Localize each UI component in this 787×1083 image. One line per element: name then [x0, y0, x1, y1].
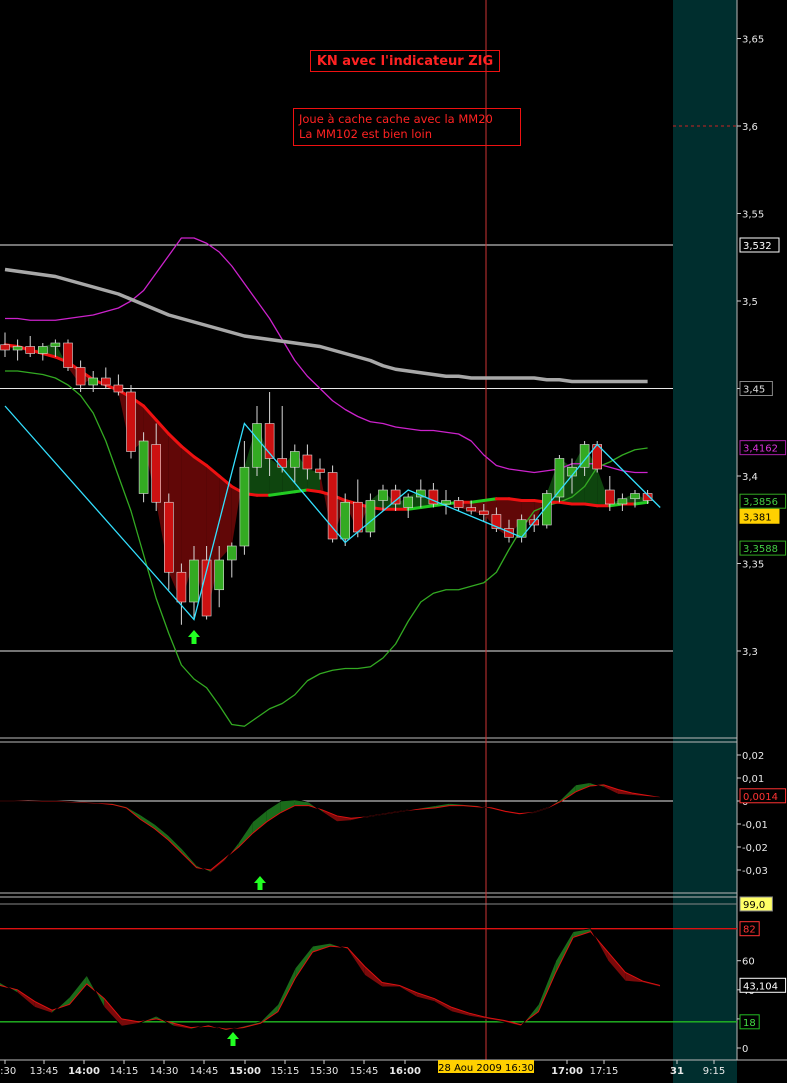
candle-body [478, 510, 489, 515]
price-tick-label: 3,55 [742, 210, 764, 221]
time-tick-label: 17:15 [590, 1066, 619, 1077]
candle-body [315, 468, 325, 473]
ma20-segment [482, 497, 498, 502]
stoch-tick-label: 60 [742, 957, 755, 968]
time-tick-label: 15:00 [229, 1066, 261, 1077]
candle-body [378, 489, 388, 501]
candle-body [327, 472, 338, 540]
candle-body [441, 500, 451, 505]
candle-body [88, 377, 98, 386]
background [0, 0, 787, 1083]
price-tick-label: 3,6 [742, 122, 758, 133]
chart-canvas[interactable]: 3,653,63,553,53,453,43,353,33,5323,453,4… [0, 0, 787, 1083]
candle-body [75, 367, 86, 386]
candle-body [12, 346, 23, 351]
price-label-last: 3,381 [743, 512, 772, 523]
ma20-segment [419, 504, 435, 509]
time-tick-label: 15:15 [271, 1066, 300, 1077]
stoch-label-18: 18 [743, 1018, 756, 1029]
candle-body [50, 342, 61, 347]
ma20-segment [633, 500, 650, 506]
candle-body [138, 440, 149, 494]
candle-body [365, 500, 376, 533]
candle-body [164, 501, 174, 573]
stoch-label-99: 99,0 [743, 900, 765, 911]
time-tick-label: 31 [670, 1066, 684, 1077]
candle-body [617, 498, 628, 505]
candle-body [101, 377, 111, 386]
candle-body [252, 423, 262, 468]
candle-body [604, 489, 615, 505]
candle-body [176, 571, 187, 603]
candle-body [25, 346, 36, 354]
note-line-2: La MM102 est bien loin [299, 127, 433, 141]
osc-tick-label: -0,02 [742, 843, 768, 854]
price-tick-label: 3,5 [742, 297, 758, 308]
osc-tick-label: -0,01 [742, 820, 768, 831]
candle-body [466, 507, 477, 512]
candle-body [126, 391, 136, 452]
price-tick-label: 3,3 [742, 647, 758, 658]
time-tick-label: 13:45 [30, 1066, 59, 1077]
candle-body [189, 559, 199, 603]
stoch-tick-label: 0 [742, 1044, 748, 1055]
candle-body [37, 346, 48, 354]
chart-note-box: Joue à cache cache avec la MM20 La MM102… [293, 108, 521, 146]
osc-tick-label: 0,01 [742, 774, 764, 785]
candle-body [302, 454, 313, 470]
time-tick-label: 15:45 [350, 1066, 379, 1077]
time-tick-label: 14:15 [110, 1066, 139, 1077]
ma20-segment [583, 502, 599, 508]
candle-body [239, 466, 250, 547]
candle-body [340, 501, 351, 540]
time-tick-label: 14:30 [150, 1066, 179, 1077]
time-tick-label: 16:00 [389, 1066, 421, 1077]
price-tick-label: 3,65 [742, 35, 764, 46]
price-tick-label: 3,35 [742, 560, 764, 571]
chart-title-box: KN avec l'indicateur ZIG [310, 50, 500, 72]
ma20-segment [305, 488, 322, 494]
ma20-segment [469, 499, 486, 504]
candle-body [0, 344, 10, 351]
price-label-ma20: 3,3856 [743, 497, 778, 508]
candle-body [630, 493, 640, 500]
osc-value-label: 0,0014 [743, 792, 778, 803]
time-tick-label: 3:30 [0, 1066, 16, 1077]
candle-body [390, 489, 401, 505]
ma20-segment [507, 497, 524, 502]
candle-body [403, 496, 414, 508]
note-line-1: Joue à cache cache avec la MM20 [299, 112, 493, 126]
ma20-segment [280, 490, 297, 495]
time-tick-label: 14:45 [190, 1066, 219, 1077]
price-label-bb-lower: 3,3588 [743, 544, 778, 555]
osc-tick-label: -0,03 [742, 866, 768, 877]
price-label-ma102: 3,45 [743, 385, 765, 396]
osc-tick-label: 0,02 [742, 751, 764, 762]
chart-title: KN avec l'indicateur ZIG [316, 53, 494, 69]
time-tick-label: 17:00 [551, 1066, 583, 1077]
ma20-segment [557, 500, 574, 506]
ma20-segment [268, 492, 284, 497]
cursor-time-label: 28 Aou 2009 16:30 [438, 1063, 534, 1074]
price-label-bb-upper: 3,4162 [743, 444, 778, 455]
stoch-label-82: 82 [743, 925, 756, 936]
candle-body [453, 500, 464, 508]
candle-body [113, 384, 124, 393]
candle-body [63, 342, 73, 368]
time-tick-label: 15:30 [310, 1066, 339, 1077]
candle-body [214, 559, 224, 591]
stoch-label-last: 43,104 [743, 981, 778, 992]
candle-body [277, 458, 288, 468]
candle-body [227, 545, 237, 561]
future-zone [673, 0, 737, 1083]
time-tick-label: 9:15 [703, 1066, 725, 1077]
candle-body [352, 501, 363, 533]
candle-body [151, 444, 161, 503]
price-tick-label: 3,4 [742, 472, 758, 483]
time-tick-label: 14:00 [68, 1066, 100, 1077]
price-label-hline-top: 3,532 [743, 241, 772, 252]
candle-body [516, 519, 527, 538]
candle-body [289, 451, 300, 468]
